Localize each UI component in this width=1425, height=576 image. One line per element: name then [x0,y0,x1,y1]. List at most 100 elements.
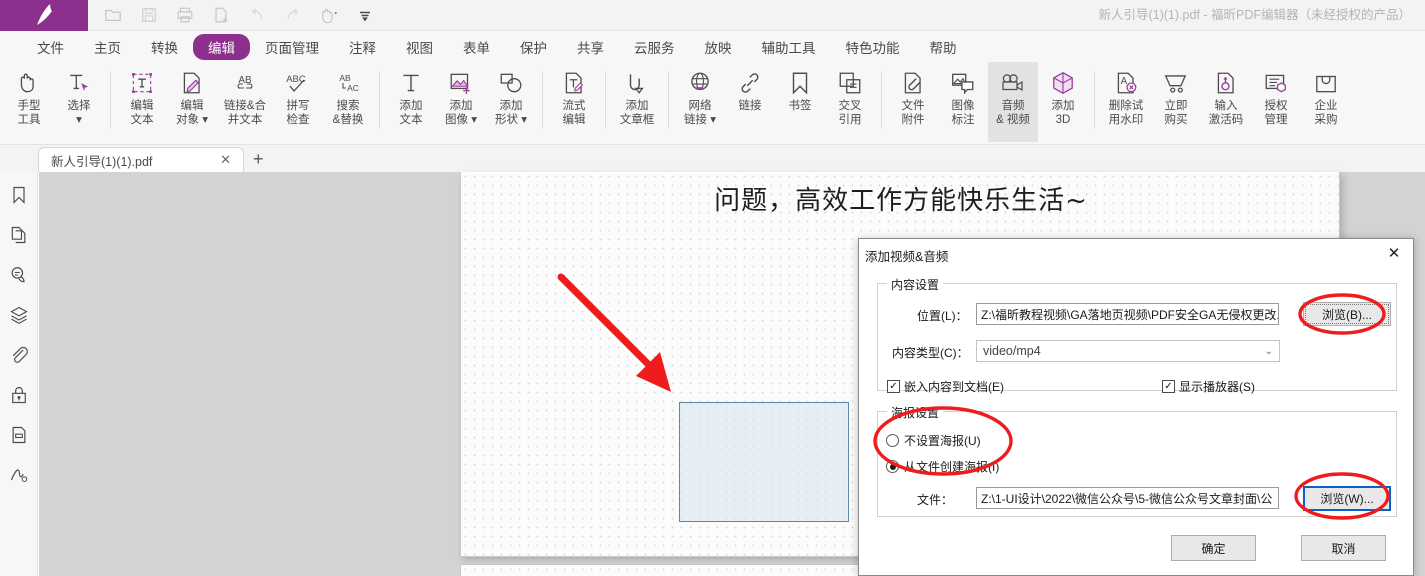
tab-present[interactable]: 放映 [690,34,747,60]
ribbon-link-merge-text[interactable]: AB 链接&合 并文本 [217,62,273,142]
ribbon-add-image[interactable]: 添加 图像 ▾ [436,62,486,142]
spell-check-icon: ABC [284,68,312,98]
location-input[interactable]: Z:\福昕教程视频\GA落地页视频\PDF安全GA无侵权更改. [976,303,1279,325]
create-pdf-icon[interactable] [210,4,232,26]
tab-accessibility[interactable]: 辅助工具 [747,34,831,60]
new-tab-button[interactable]: + [253,149,264,170]
comments-panel-icon[interactable] [6,262,32,288]
ribbon-item-label: 音频 & 视频 [996,100,1030,127]
add-image-icon [448,68,474,98]
ribbon-separator [1094,71,1095,129]
ribbon-item-label: 添加 文章框 [620,100,655,127]
ribbon-select-tool[interactable]: 选择 ▾ [54,62,104,142]
ribbon-flow-edit[interactable]: 流式 编辑 [549,62,599,142]
fields-panel-icon[interactable] [6,422,32,448]
tab-help[interactable]: 帮助 [915,34,972,60]
svg-text:AB: AB [339,73,351,83]
ribbon-buy-now[interactable]: 立即 购买 [1151,62,1201,142]
poster-file-input[interactable]: Z:\1-UI设计\2022\微信公众号\5-微信公众号文章封面\公 [976,487,1279,509]
radio-box [886,434,899,447]
ribbon-audio-video[interactable]: 音频 & 视频 [988,62,1038,142]
license-management-icon [1263,68,1289,98]
attachments-panel-icon[interactable] [6,342,32,368]
tab-view[interactable]: 视图 [391,34,448,60]
location-label: 位置(L)： [917,307,968,324]
cancel-button[interactable]: 取消 [1301,535,1386,561]
ribbon-remove-watermark[interactable]: A 删除试 用水印 [1101,62,1151,142]
media-placeholder-selection[interactable] [679,402,849,522]
tab-features[interactable]: 特色功能 [831,34,915,60]
no-poster-radio[interactable]: 不设置海报(U) [886,432,981,449]
ribbon-hand-tool[interactable]: 手型 工具 [4,62,54,142]
ribbon-license-management[interactable]: 授权 管理 [1251,62,1301,142]
ribbon-image-annotation[interactable]: 图像 标注 [938,62,988,142]
buy-now-icon [1163,68,1189,98]
print-icon[interactable] [174,4,196,26]
tab-comment[interactable]: 注释 [334,34,391,60]
add-article-box-icon [624,68,650,98]
ribbon-item-label: 输入 激活码 [1209,100,1244,127]
ribbon-search-replace[interactable]: ABAC 搜索 &替换 [323,62,373,142]
redo-icon[interactable] [282,4,304,26]
open-icon[interactable] [102,4,124,26]
show-player-checkbox[interactable]: ✓ 显示播放器(S) [1162,378,1255,395]
save-icon[interactable] [138,4,160,26]
tab-page-manage[interactable]: 页面管理 [250,34,334,60]
embed-content-checkbox[interactable]: ✓ 嵌入内容到文档(E) [887,378,1004,395]
tab-home[interactable]: 主页 [79,34,136,60]
ribbon-edit-text[interactable]: 编辑 文本 [117,62,167,142]
hand-tool-icon[interactable] [318,4,340,26]
tab-cloud[interactable]: 云服务 [619,34,690,60]
ribbon-separator [379,71,380,129]
ribbon-enterprise-purchase[interactable]: 企业 采购 [1301,62,1351,142]
ribbon-add-shape[interactable]: 添加 形状 ▾ [486,62,536,142]
from-file-poster-label: 从文件创建海报(I) [904,458,999,475]
title-bar: 新人引导(1)(1).pdf - 福昕PDF编辑器（未经授权的产品） [0,0,1425,31]
ok-button[interactable]: 确定 [1171,535,1256,561]
image-annotation-icon [950,68,976,98]
ribbon-link[interactable]: 链接 [725,62,775,142]
enter-activation-code-icon [1213,68,1239,98]
ribbon-enter-activation-code[interactable]: 输入 激活码 [1201,62,1251,142]
undo-icon[interactable] [246,4,268,26]
tab-form[interactable]: 表单 [448,34,505,60]
ribbon-spell-check[interactable]: ABC 拼写 检查 [273,62,323,142]
foxit-logo-icon [29,2,59,28]
svg-text:AC: AC [347,83,359,93]
ribbon-add-article-box[interactable]: 添加 文章框 [612,62,662,142]
tab-convert[interactable]: 转换 [136,34,193,60]
close-icon[interactable]: ✕ [1383,243,1405,263]
browse-poster-button[interactable]: 浏览(W)... [1303,486,1391,511]
browse-media-button[interactable]: 浏览(B)... [1303,302,1391,326]
ribbon-cross-reference[interactable]: 交叉 引用 [825,62,875,142]
pages-panel-icon[interactable] [6,222,32,248]
close-icon[interactable]: ✕ [216,152,235,168]
ribbon-file-attachment[interactable]: 文件 附件 [888,62,938,142]
ribbon-item-label: 文件 附件 [902,100,925,127]
document-tab[interactable]: 新人引导(1)(1).pdf ✕ [38,147,244,172]
signature-panel-icon[interactable] [6,462,32,488]
document-tab-strip: 新人引导(1)(1).pdf ✕ + [0,145,1425,172]
ribbon-add-3d[interactable]: 添加 3D [1038,62,1088,142]
ribbon-tab-bar: 文件 主页 转换 编辑 页面管理 注释 视图 表单 保护 共享 云服务 放映 辅… [0,31,1425,62]
from-file-poster-radio[interactable]: 从文件创建海报(I) [886,458,999,475]
hand-tool-icon [16,68,42,98]
content-type-value: video/mp4 [983,344,1041,358]
ribbon-bookmark[interactable]: 书签 [775,62,825,142]
tab-file[interactable]: 文件 [22,34,79,60]
ribbon-add-text[interactable]: 添加 文本 [386,62,436,142]
ribbon-web-link[interactable]: 网络 链接 ▾ [675,62,725,142]
no-poster-label: 不设置海报(U) [904,432,981,449]
security-panel-icon[interactable] [6,382,32,408]
tab-protect[interactable]: 保护 [505,34,562,60]
ribbon-edit-object[interactable]: 编辑 对象 ▾ [167,62,217,142]
svg-text:ABC: ABC [286,74,306,85]
content-type-select[interactable]: video/mp4 ⌄ [976,340,1280,362]
tab-edit[interactable]: 编辑 [193,34,250,60]
audio-video-icon [999,68,1027,98]
tab-share[interactable]: 共享 [562,34,619,60]
customize-qat-icon[interactable] [354,4,376,26]
flow-edit-icon [561,68,587,98]
layers-panel-icon[interactable] [6,302,32,328]
bookmark-panel-icon[interactable] [6,182,32,208]
